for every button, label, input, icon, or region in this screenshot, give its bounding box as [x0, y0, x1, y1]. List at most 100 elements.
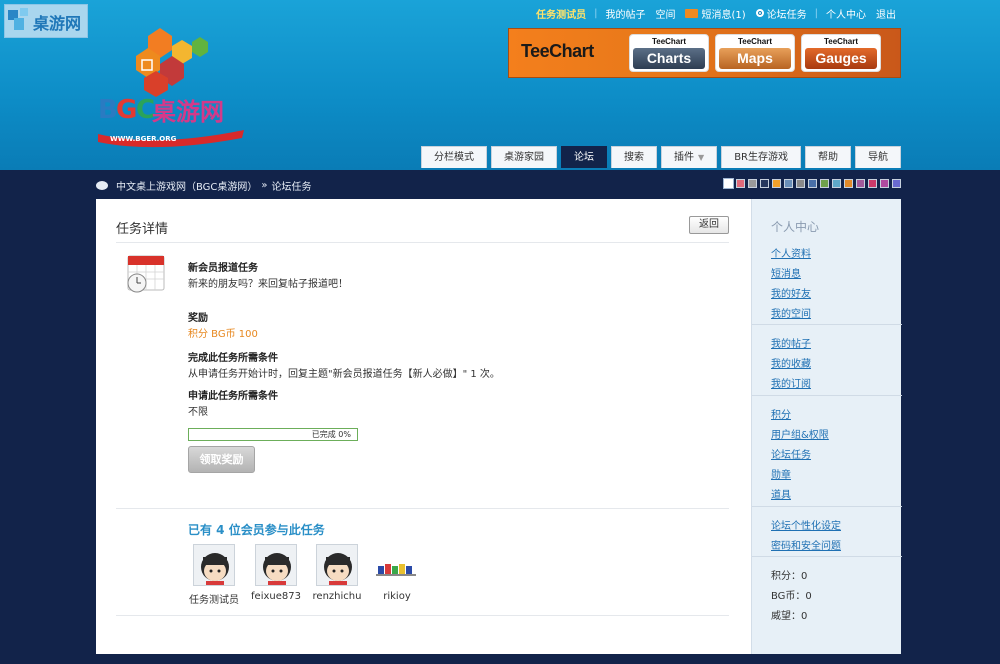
site-logo[interactable]: B G C 桌游网 WWW.BGER.ORG [96, 22, 246, 152]
svg-text:B: B [98, 95, 118, 125]
banner-product-brand: TeeChart [823, 37, 859, 46]
breadcrumb: 中文桌上游戏网（BGC桌游网） » 论坛任务 [96, 178, 312, 193]
nav-tab-br-game[interactable]: BR生存游戏 [721, 146, 801, 168]
theme-swatch[interactable] [892, 179, 901, 188]
participant[interactable]: 任务测试员 [184, 544, 244, 606]
sidebar-title: 个人中心 [771, 220, 820, 234]
watermark-text: 桌游网 [33, 14, 82, 33]
nav-tab-search[interactable]: 搜索 [611, 146, 658, 168]
theme-swatch[interactable] [820, 179, 829, 188]
divider: | [594, 7, 598, 19]
sidebar-item-favorites[interactable]: 我的收藏 [771, 355, 811, 370]
stat-credits: 积分：0 [771, 571, 808, 582]
tasks-link[interactable]: 论坛任务 [767, 6, 807, 21]
nav-tab-help[interactable]: 帮助 [805, 146, 851, 168]
calendar-clock-icon [127, 255, 165, 293]
avatar[interactable] [193, 544, 235, 586]
banner-product-label: Gauges [805, 48, 877, 69]
theme-swatch[interactable] [844, 179, 853, 188]
progress-text: 已完成 0% [311, 430, 351, 439]
back-button[interactable]: 返回 [689, 216, 729, 234]
theme-swatch[interactable] [760, 179, 769, 188]
complete-conditions-value: 从申请任务开始计时，回复主题"新会员报道任务【新人必做】" 1 次。 [188, 369, 500, 380]
theme-swatch[interactable] [832, 179, 841, 188]
participant-name[interactable]: feixue873 [246, 591, 306, 602]
sidebar-item-friends[interactable]: 我的好友 [771, 285, 811, 300]
nav-tab-split-mode[interactable]: 分栏模式 [421, 146, 488, 168]
envelope-icon [685, 8, 699, 18]
avatar[interactable] [376, 544, 418, 586]
banner-gauges-button[interactable]: TeeChart Gauges [801, 34, 881, 72]
sidebar-item-messages[interactable]: 短消息 [771, 265, 801, 280]
messages-link[interactable]: 短消息(1) [701, 6, 745, 21]
participant[interactable]: feixue873 [246, 544, 306, 602]
nav-tab-navigation[interactable]: 导航 [855, 146, 901, 168]
sidebar-item-tasks[interactable]: 论坛任务 [771, 446, 811, 461]
svg-text:WWW.BGER.ORG: WWW.BGER.ORG [110, 135, 177, 143]
participant-name[interactable]: renzhichu [307, 591, 367, 602]
user-center-link[interactable]: 个人中心 [826, 6, 866, 21]
sidebar-item-posts[interactable]: 我的帖子 [771, 335, 811, 350]
task-name: 新会员报道任务 [188, 263, 258, 274]
sidebar-item-subscriptions[interactable]: 我的订阅 [771, 375, 811, 390]
task-progress-bar: 已完成 0% [188, 428, 358, 441]
sidebar-item-medals[interactable]: 勋章 [771, 466, 791, 481]
sidebar-item-personalize[interactable]: 论坛个性化设定 [771, 517, 841, 532]
sidebar-item-credits[interactable]: 积分 [771, 406, 791, 421]
game-pieces-avatar-icon [376, 564, 416, 576]
speech-bubble-icon [96, 181, 108, 190]
divider [116, 508, 729, 509]
space-link[interactable]: 空间 [655, 6, 675, 21]
theme-swatch[interactable] [880, 179, 889, 188]
sidebar-item-profile[interactable]: 个人资料 [771, 245, 811, 260]
my-posts-link[interactable]: 我的帖子 [605, 6, 645, 21]
teechart-ad-banner[interactable]: TeeChart TeeChart Charts TeeChart Maps T… [508, 28, 901, 78]
stat-prestige: 威望：0 [771, 611, 808, 622]
participants-title: 已有 4 位会员参与此任务 [188, 523, 325, 537]
theme-swatch[interactable] [868, 179, 877, 188]
divider [116, 615, 729, 616]
clock-icon [755, 9, 764, 17]
banner-charts-button[interactable]: TeeChart Charts [629, 34, 709, 72]
theme-swatch[interactable] [784, 179, 793, 188]
nav-tab-home[interactable]: 桌游家园 [491, 146, 558, 168]
nav-tab-plugins[interactable]: 插件 ▼ [661, 146, 718, 168]
participant[interactable]: renzhichu [307, 544, 367, 602]
nav-tab-forum[interactable]: 论坛 [561, 146, 608, 168]
main-nav: 分栏模式 桌游家园 论坛 搜索 插件 ▼ BR生存游戏 帮助 导航 [421, 146, 901, 168]
breadcrumb-home-link[interactable]: 中文桌上游戏网（BGC桌游网） [116, 178, 257, 193]
avatar[interactable] [316, 544, 358, 586]
svg-text:桌游网: 桌游网 [152, 98, 224, 126]
avatar-image [201, 553, 229, 585]
banner-product-brand: TeeChart [737, 37, 773, 46]
theme-swatch[interactable] [736, 179, 745, 188]
theme-swatch[interactable] [808, 179, 817, 188]
sidebar-item-usergroups[interactable]: 用户组&权限 [771, 426, 829, 441]
theme-swatch[interactable] [772, 179, 781, 188]
participant-name[interactable]: 任务测试员 [184, 591, 244, 606]
claim-reward-button[interactable]: 领取奖励 [188, 446, 255, 473]
chevron-down-icon: ▼ [698, 153, 705, 162]
sidebar-item-items[interactable]: 道具 [771, 486, 791, 501]
banner-product-label: Maps [719, 48, 791, 69]
avatar[interactable] [255, 544, 297, 586]
theme-swatches [723, 178, 901, 189]
theme-swatch[interactable] [723, 178, 734, 189]
reward-label: 奖励 [188, 313, 208, 324]
sidebar-item-space[interactable]: 我的空间 [771, 305, 811, 320]
apply-conditions-value: 不限 [188, 407, 208, 418]
banner-maps-button[interactable]: TeeChart Maps [715, 34, 795, 72]
logout-link[interactable]: 退出 [876, 6, 896, 21]
username-link[interactable]: 任务测试员 [536, 6, 586, 21]
participant-name[interactable]: rikioy [367, 591, 427, 602]
page-title: 任务详情 [116, 222, 169, 237]
sidebar-item-security[interactable]: 密码和安全问题 [771, 537, 841, 552]
theme-swatch[interactable] [796, 179, 805, 188]
complete-conditions-label: 完成此任务所需条件 [188, 353, 278, 364]
task-description: 新来的朋友吗？来回复帖子报道吧！ [188, 279, 348, 290]
theme-swatch[interactable] [748, 179, 757, 188]
theme-swatch[interactable] [856, 179, 865, 188]
apply-conditions-label: 申请此任务所需条件 [188, 391, 278, 402]
banner-product-brand: TeeChart [651, 37, 687, 46]
participant[interactable]: rikioy [367, 544, 427, 602]
